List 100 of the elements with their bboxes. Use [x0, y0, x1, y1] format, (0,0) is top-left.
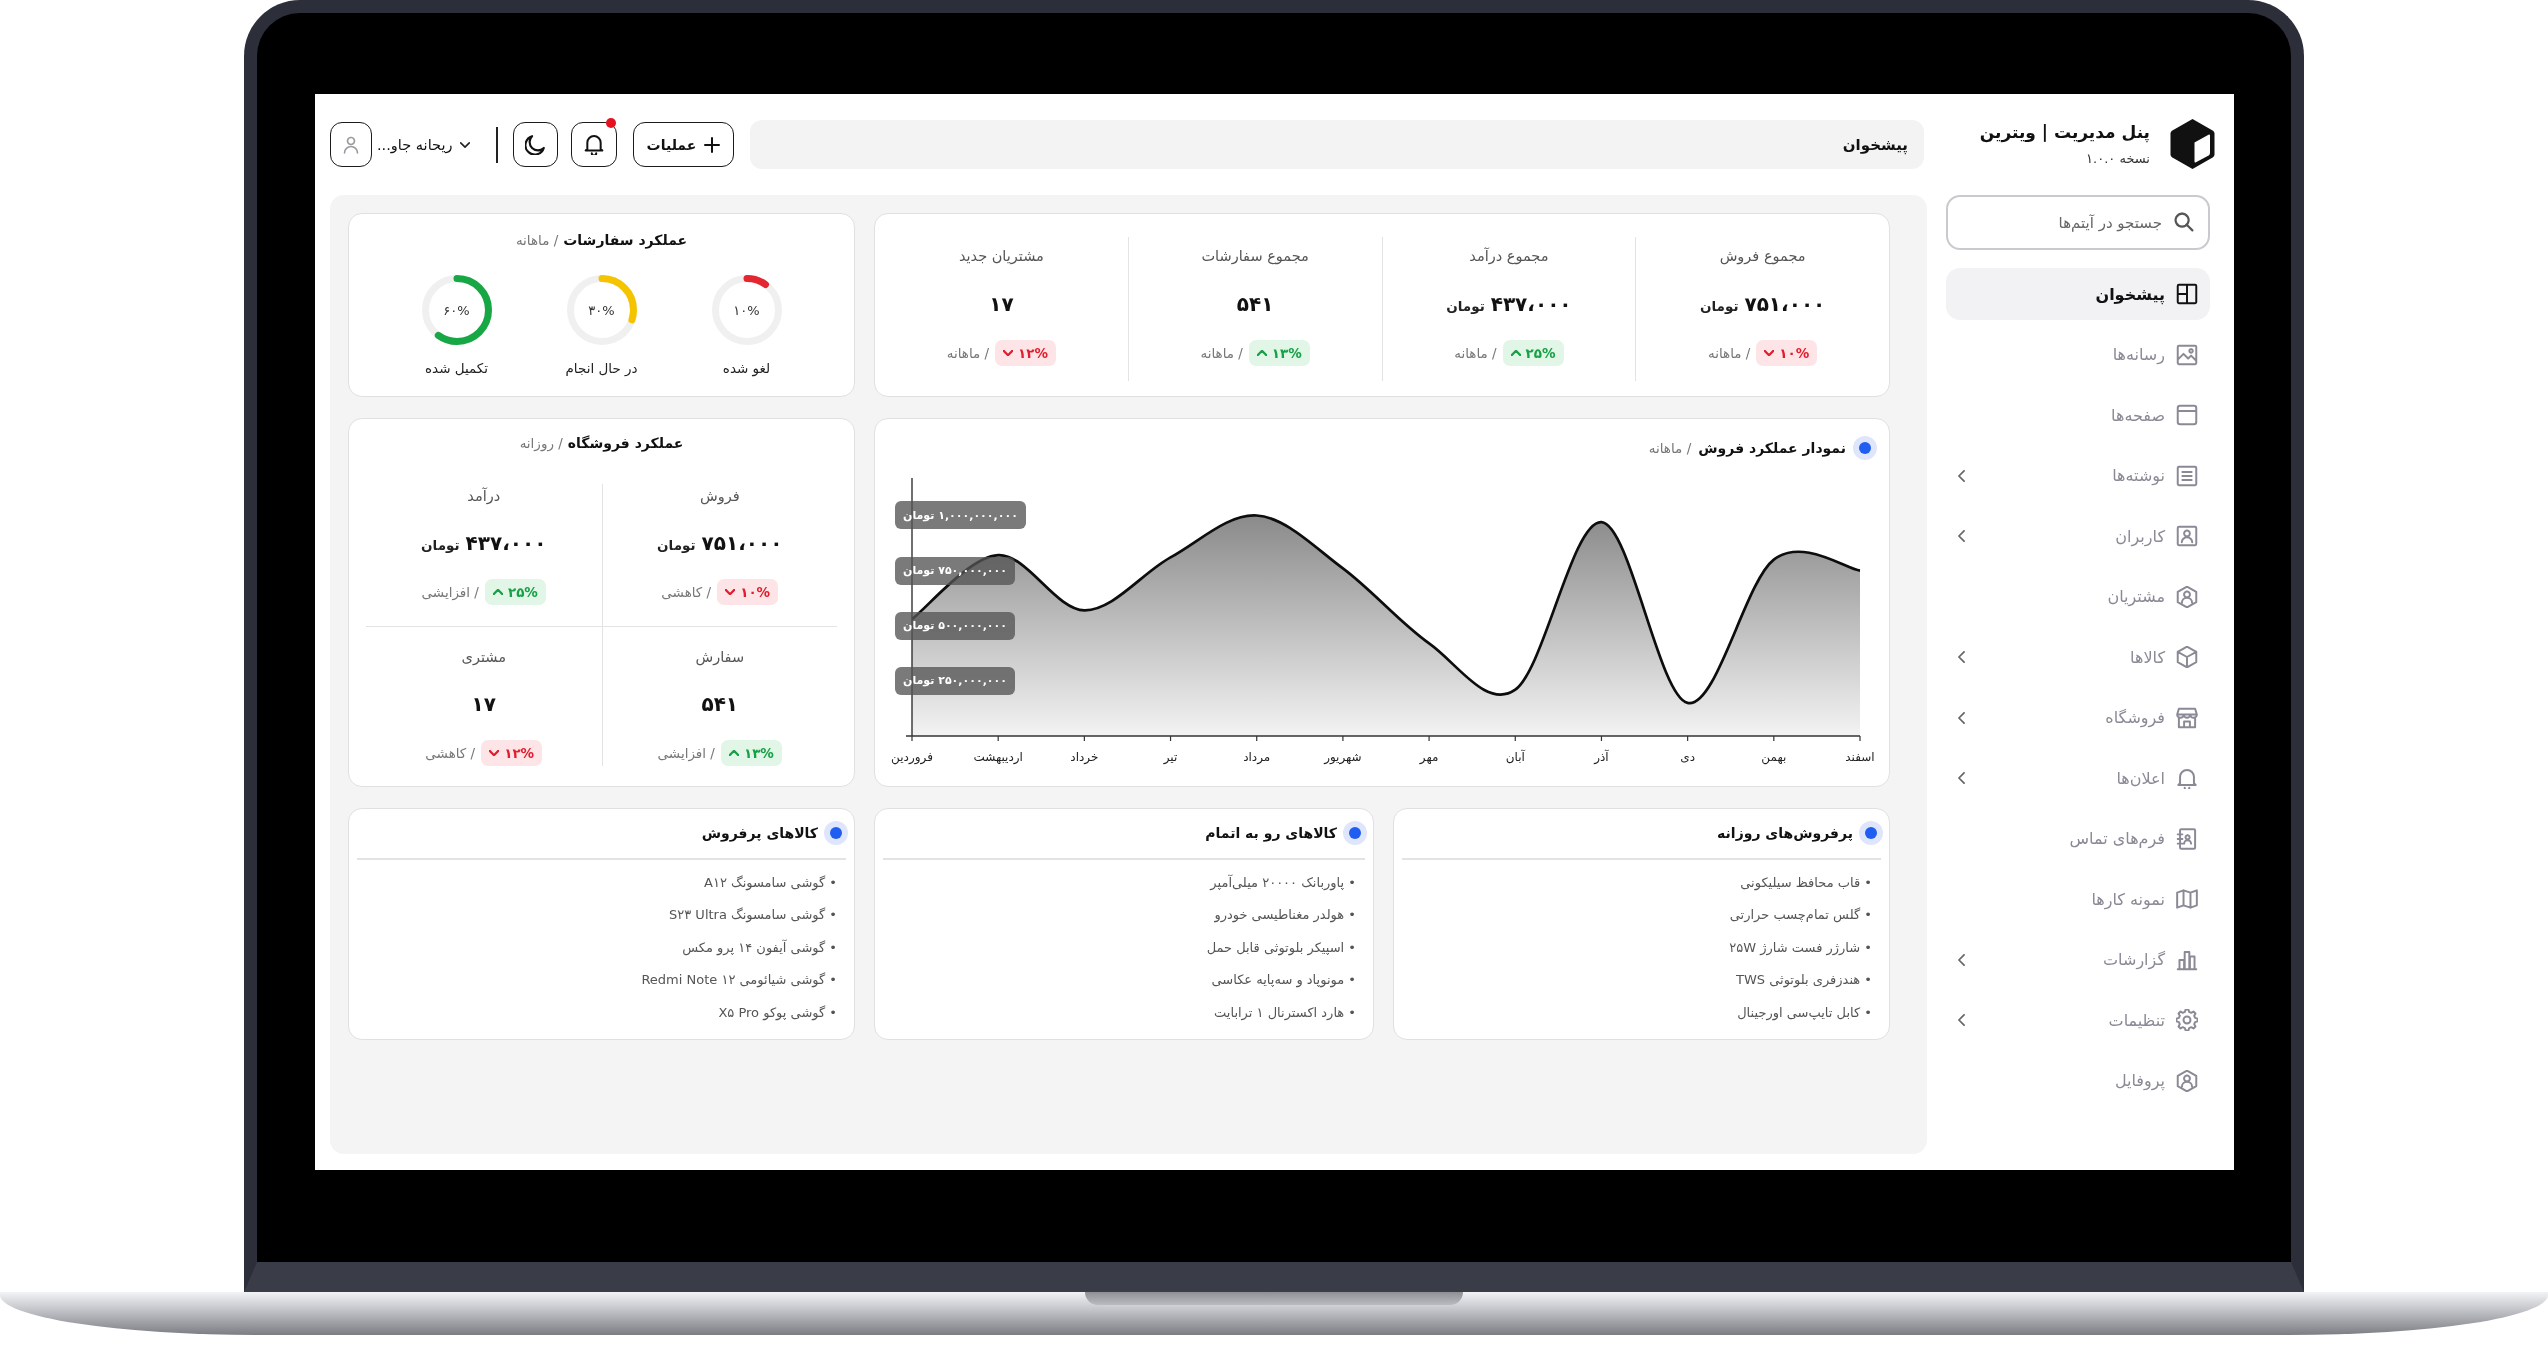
layout-icon [2176, 283, 2198, 305]
period-text: / ماهانه [946, 345, 990, 361]
chevron-up-icon [1510, 350, 1521, 356]
chevron-down-icon [489, 750, 500, 756]
list-item: • قاب محافظ سیلیکونی [1739, 873, 1872, 893]
search-icon [2174, 212, 2194, 232]
period-text: / ماهانه [1707, 345, 1751, 361]
x-axis-label: آذر [1594, 750, 1609, 764]
period-text: / ماهانه [515, 232, 559, 248]
card-title: عملکرد سفارشات [563, 232, 688, 248]
nav-item[interactable]: مشتریان [1946, 570, 2210, 623]
stat-value: ۱۷ [989, 292, 1014, 316]
list-item: • گوشی شیائومی Redmi Note ۱۲ [640, 971, 837, 990]
ring-percent: ۶۰% [442, 301, 471, 320]
currency-unit: تومان [1446, 298, 1485, 314]
currency-unit: تومان [1699, 298, 1739, 314]
currency-unit: تومان [657, 537, 696, 553]
search-field[interactable]: جستجو در آیتم‌ها [1946, 195, 2210, 250]
x-axis-label: مرداد [1243, 750, 1271, 764]
change-percent: ۱۲% [504, 745, 535, 761]
x-axis-label: تیر [1163, 750, 1178, 764]
bar-chart-icon [2176, 948, 2198, 971]
x-axis-label: اسفند [1845, 750, 1875, 764]
change-percent: ۲۵% [1525, 345, 1556, 361]
avatar-icon[interactable] [330, 122, 372, 167]
settings-icon [2176, 1009, 2198, 1031]
user-hexagon-icon [2176, 585, 2198, 608]
stat-label: مشتریان جدید [958, 247, 1044, 266]
contact-book-icon [2176, 827, 2198, 850]
nav-item[interactable]: فرم‌های تماس [1946, 812, 2210, 865]
change-percent: ۲۵% [507, 584, 538, 600]
chevron-up-icon [728, 750, 739, 756]
ring-percent: ۳۰% [587, 301, 616, 320]
stat-label: مجموع درآمد [1469, 246, 1549, 266]
title-dot-icon [824, 821, 848, 845]
change-percent: ۱۰% [1779, 345, 1810, 361]
ring-label: تکمیل شده [424, 359, 489, 378]
chevron-up-icon [1256, 350, 1267, 356]
list-item: • گلس تمام‌چسب حرارتی [1728, 906, 1872, 925]
chevron-down-icon [460, 141, 471, 148]
cube-logo-icon [2170, 118, 2215, 170]
stat-value: ۱۷ [471, 692, 496, 716]
x-axis-label: شهریور [1324, 750, 1362, 764]
nav-item[interactable]: اعلان‌ها [1946, 752, 2210, 804]
user-card-icon [2176, 525, 2198, 547]
list-item: • هندزفری بلوتوثی TWS [1735, 971, 1872, 990]
y-axis-label: ۷۵۰,۰۰۰,۰۰۰ تومان [895, 556, 1015, 585]
list-item: • هارد اکسترنال ۱ ترابایت [1213, 1003, 1356, 1023]
x-axis-label: دی [1680, 750, 1695, 764]
ring-label: در حال انجام [565, 359, 638, 378]
moon-icon [525, 134, 546, 155]
nav-item[interactable]: کاربران [1946, 510, 2210, 562]
y-axis-label: ۵۰۰,۰۰۰,۰۰۰ تومان [895, 611, 1015, 640]
list-item: • هولدر مغناطیسی خودرو [1213, 906, 1356, 925]
nav-item[interactable]: پیشخوان [1946, 268, 2210, 320]
user-menu-button[interactable]: ریحانه جاو... [377, 122, 471, 167]
nav-item[interactable]: نوشته‌ها [1946, 449, 2210, 502]
stat-value: ۷۵۱،۰۰۰ [701, 531, 783, 555]
y-axis-label: ۲۵۰,۰۰۰,۰۰۰ تومان [895, 666, 1015, 695]
list-item: • اسپیکر بلوتوثی قابل حمل [1205, 938, 1356, 958]
title-dot-icon [1859, 821, 1883, 845]
ring-label: لغو شده [722, 359, 771, 378]
period-text: / ماهانه [1648, 440, 1692, 456]
plus-icon [704, 136, 721, 153]
card-title: کالاهای پرفروش [701, 825, 818, 841]
list-item: • شارژر فست شارژ ۲۵W [1728, 938, 1872, 958]
actions-button[interactable]: عملیات [632, 122, 734, 167]
card-title: عملکرد فروشگاه [567, 435, 684, 451]
nav-item[interactable]: پروفایل [1946, 1054, 2210, 1107]
bell-icon [2176, 767, 2198, 789]
nav-item[interactable]: نمونه کارها [1946, 873, 2210, 925]
change-percent: ۱۳% [743, 745, 774, 761]
y-axis-label: ۱,۰۰۰,۰۰۰,۰۰۰ تومان [895, 501, 1026, 530]
chevron-down-icon [1003, 350, 1014, 356]
x-axis-label: مهر [1419, 750, 1439, 764]
nav-item[interactable]: صفحه‌ها [1946, 389, 2210, 441]
chevron-down-icon [1764, 350, 1775, 356]
period-text: / روزانه [519, 435, 563, 451]
change-percent: ۱۳% [1271, 345, 1302, 361]
title-dot-icon [1343, 821, 1367, 845]
theme-toggle-button[interactable] [512, 122, 558, 167]
nav-item[interactable]: فروشگاه [1946, 691, 2210, 744]
stat-value: ۷۵۱،۰۰۰ [1744, 292, 1826, 316]
stat-value: ۴۳۷،۰۰۰ [1490, 292, 1572, 316]
list-item: • گوشی سامسونگ A۱۲ [703, 873, 837, 893]
window-icon [2176, 404, 2198, 426]
trend-note: / کاهشی [425, 745, 476, 761]
nav-item[interactable]: کالاها [1946, 631, 2210, 683]
store-icon [2176, 706, 2198, 729]
version-text: نسخه ۱.۰.۰ [2085, 150, 2150, 167]
stat-value: ۵۴۱ [701, 692, 739, 716]
trend-note: / افزایشی [421, 584, 479, 600]
chevron-up-icon [492, 589, 503, 595]
nav-item[interactable]: تنظیمات [1946, 994, 2210, 1046]
nav-item[interactable]: رسانه‌ها [1946, 328, 2210, 381]
trend-note: / کاهشی [661, 584, 712, 600]
nav-item[interactable]: گزارشات [1946, 933, 2210, 986]
map-icon [2176, 888, 2198, 910]
stat-label: مشتری [461, 648, 506, 667]
trend-note: / افزایشی [657, 745, 715, 761]
